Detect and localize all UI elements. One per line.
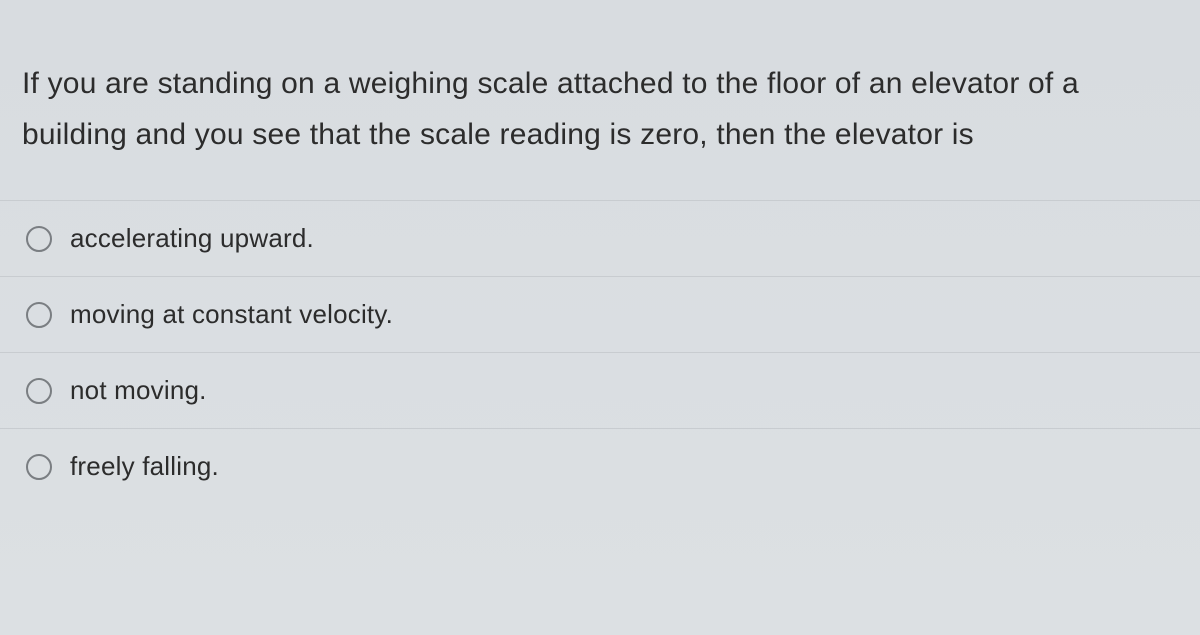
option-label: freely falling. [70, 451, 219, 482]
question-stem: If you are standing on a weighing scale … [0, 0, 1200, 190]
options-list: accelerating upward. moving at constant … [0, 200, 1200, 504]
radio-icon[interactable] [26, 378, 52, 404]
option-label: not moving. [70, 375, 207, 406]
radio-icon[interactable] [26, 454, 52, 480]
option-row[interactable]: accelerating upward. [0, 200, 1200, 276]
option-row[interactable]: moving at constant velocity. [0, 276, 1200, 352]
option-row[interactable]: not moving. [0, 352, 1200, 428]
radio-icon[interactable] [26, 302, 52, 328]
option-label: moving at constant velocity. [70, 299, 393, 330]
option-label: accelerating upward. [70, 223, 314, 254]
radio-icon[interactable] [26, 226, 52, 252]
option-row[interactable]: freely falling. [0, 428, 1200, 504]
